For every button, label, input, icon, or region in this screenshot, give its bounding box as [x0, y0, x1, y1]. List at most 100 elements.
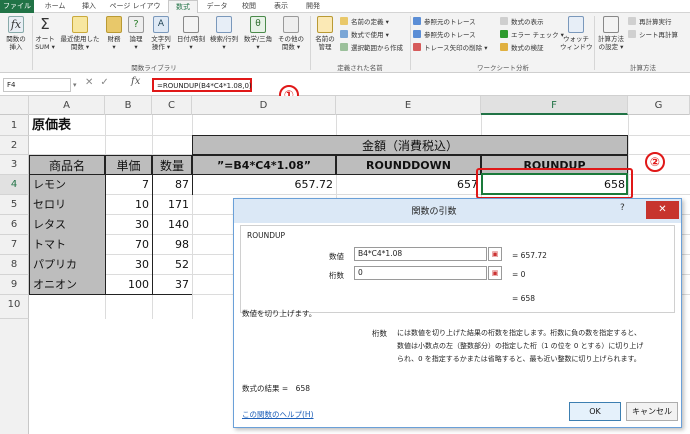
tab-home[interactable]: ホーム [38, 0, 72, 13]
row-header[interactable]: 2 [0, 136, 29, 155]
sheet-title[interactable]: 原価表 [32, 116, 71, 136]
trace-precedents-button[interactable]: 参照元のトレース [413, 17, 476, 27]
item-qty[interactable]: 37 [152, 275, 192, 295]
item-price[interactable]: 70 [105, 235, 152, 255]
number-input[interactable]: B4*C4*1.08 [354, 247, 487, 261]
recent-functions-button[interactable]: 最近使用した 関数 ▾ [58, 16, 102, 51]
header-price[interactable]: 単価 [105, 155, 152, 175]
use-in-formula-button[interactable]: 数式で使用 ▾ [340, 30, 389, 40]
ok-button[interactable]: OK [569, 402, 621, 421]
watch-window-button[interactable]: ウォッチ ウィンドウ [560, 16, 593, 51]
item-name[interactable]: トマト [29, 235, 105, 255]
row-header[interactable]: 3 [0, 155, 29, 175]
row-header[interactable]: 5 [0, 195, 29, 215]
column-header[interactable]: A [29, 96, 105, 115]
tab-page-layout[interactable]: ページ レイアウト [106, 0, 164, 23]
tab-developer[interactable]: 開発 [298, 0, 328, 13]
item-price[interactable]: 30 [105, 255, 152, 275]
more-functions-button[interactable]: その他の 関数 ▾ [276, 16, 306, 51]
calculate-sheet-button[interactable]: シート再計算 [628, 30, 678, 40]
logical-button[interactable]: ? 論理 ▾ [126, 16, 146, 51]
item-qty[interactable]: 171 [152, 195, 192, 215]
column-header-selected[interactable]: F [481, 96, 628, 115]
tab-file[interactable]: ファイル [0, 0, 34, 13]
evaluate-formula-button[interactable]: 数式の検証 [500, 43, 544, 53]
arg2-label: 桁数 [329, 271, 344, 280]
cell-d4[interactable]: 657.72 [192, 175, 336, 195]
header-rounddown[interactable]: ROUNDDOWN [336, 155, 481, 175]
item-name[interactable]: オニオン [29, 275, 105, 295]
datetime-button[interactable]: 日付/時刻 ▾ [176, 16, 206, 51]
tab-data[interactable]: データ [202, 0, 232, 13]
text-button[interactable]: A 文字列 操作 ▾ [148, 16, 174, 51]
define-name-button[interactable]: 名前の定義 ▾ [340, 17, 389, 27]
function-help-link[interactable]: この関数のヘルプ(H) [242, 409, 314, 420]
name-box[interactable]: F4 [3, 78, 71, 92]
tab-insert[interactable]: 挿入 [74, 0, 104, 13]
tab-view[interactable]: 表示 [266, 0, 296, 13]
collapse-dialog-icon[interactable]: ▣ [488, 247, 502, 261]
amount-header[interactable]: 金額（消費税込） [192, 135, 628, 155]
insert-function-button[interactable]: fx 関数の 挿入 [2, 16, 30, 51]
name-manager-button[interactable]: 名前の 管理 [312, 16, 338, 51]
fx-icon[interactable]: fx [131, 76, 140, 87]
create-from-selection-button[interactable]: 選択範囲から作成 [340, 43, 403, 53]
row-header[interactable]: 9 [0, 275, 29, 295]
tab-formulas[interactable]: 数式 [168, 0, 198, 14]
row-header[interactable]: 8 [0, 255, 29, 275]
show-formulas-button[interactable]: 数式の表示 [500, 17, 544, 27]
calculation-options-button[interactable]: 計算方法 の設定 ▾ [596, 16, 626, 51]
tab-review[interactable]: 校閲 [234, 0, 264, 13]
item-qty[interactable]: 87 [152, 175, 192, 195]
item-name[interactable]: レタス [29, 215, 105, 235]
item-qty[interactable]: 98 [152, 235, 192, 255]
row-header[interactable]: 7 [0, 235, 29, 255]
help-icon[interactable]: ? [620, 203, 625, 213]
chevron-down-icon[interactable]: ▾ [73, 81, 77, 89]
lookup-button[interactable]: 検索/行列 ▾ [208, 16, 240, 51]
row-header[interactable]: 10 [0, 295, 29, 319]
item-price[interactable]: 100 [105, 275, 152, 295]
dialog-titlebar[interactable]: 関数の引数 ? ✕ [234, 199, 681, 223]
item-name[interactable]: セロリ [29, 195, 105, 215]
formula-tag-icon [340, 30, 348, 38]
error-checking-button[interactable]: エラー チェック ▾ [500, 30, 564, 40]
item-price[interactable]: 10 [105, 195, 152, 215]
calculate-now-button[interactable]: 再計算実行 [628, 17, 672, 27]
formula-input[interactable]: =ROUNDUP(B4*C4*1.08,0) [152, 78, 252, 92]
header-item[interactable]: 商品名 [29, 155, 105, 175]
item-name[interactable]: レモン [29, 175, 105, 195]
confirm-check-icon[interactable]: ✓ [100, 77, 115, 88]
calculation-options-label: 計算方法 の設定 ▾ [598, 35, 624, 51]
name-tag-icon [317, 16, 333, 33]
autosum-label: オート SUM ▾ [35, 35, 55, 51]
item-qty[interactable]: 140 [152, 215, 192, 235]
trace-dependents-button[interactable]: 参照先のトレース [413, 30, 476, 40]
row-header[interactable]: 6 [0, 215, 29, 235]
header-formula[interactable]: ”=B4*C4*1.08” [192, 155, 336, 175]
header-qty[interactable]: 数量 [152, 155, 192, 175]
collapse-dialog-icon[interactable]: ▣ [488, 266, 502, 280]
autosum-button[interactable]: Σ オート SUM ▾ [34, 16, 56, 52]
item-price[interactable]: 30 [105, 215, 152, 235]
remove-arrows-button[interactable]: トレース矢印の削除 ▾ [413, 43, 488, 53]
select-all-corner[interactable] [0, 96, 29, 115]
cell-e4[interactable]: 657 [336, 175, 481, 195]
column-header[interactable]: E [336, 96, 481, 115]
cancel-button[interactable]: キャンセル [626, 402, 678, 421]
column-header[interactable]: C [152, 96, 192, 115]
column-header[interactable]: B [105, 96, 152, 115]
financial-button[interactable]: 財務 ▾ [104, 16, 124, 51]
item-price[interactable]: 7 [105, 175, 152, 195]
star-book-icon [72, 16, 88, 33]
row-header-selected[interactable]: 4 [0, 175, 29, 195]
digits-input[interactable]: 0 [354, 266, 487, 280]
close-icon[interactable]: ✕ [646, 201, 679, 219]
item-qty[interactable]: 52 [152, 255, 192, 275]
math-button[interactable]: θ 数学/三角 ▾ [242, 16, 274, 51]
cancel-x-icon[interactable]: ✕ [85, 77, 100, 88]
row-header[interactable]: 1 [0, 115, 29, 136]
column-header[interactable]: D [192, 96, 336, 115]
item-name[interactable]: パプリカ [29, 255, 105, 275]
column-header[interactable]: G [628, 96, 690, 115]
